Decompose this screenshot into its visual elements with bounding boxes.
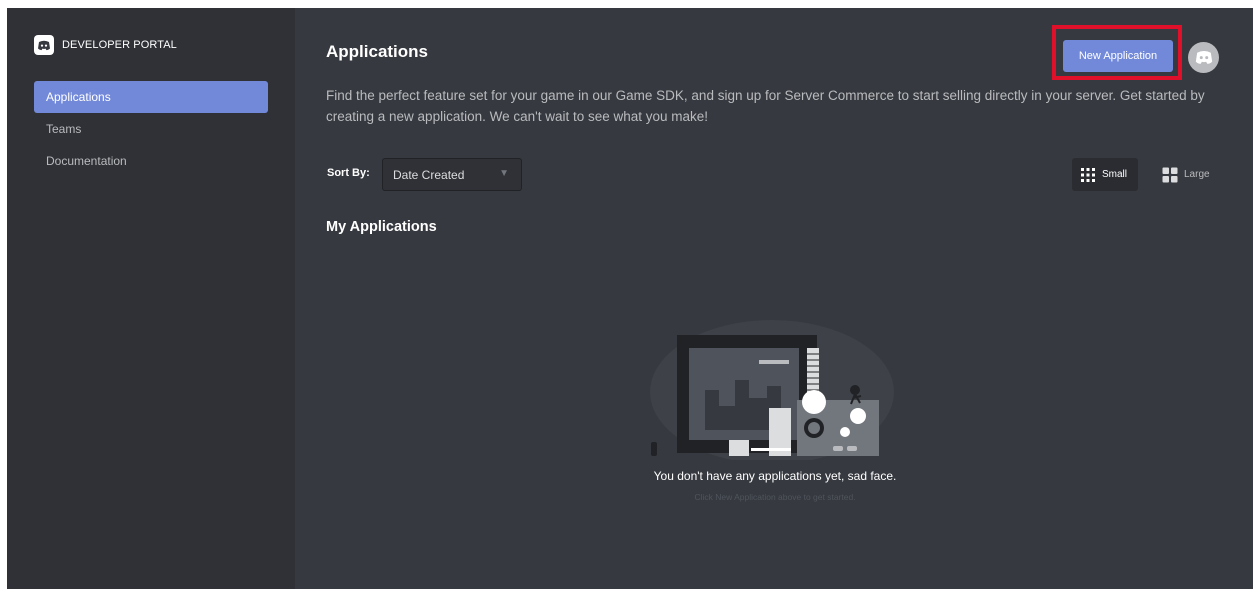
sidebar-nav: Applications Teams Documentation [34, 81, 268, 177]
chevron-down-icon: ▼ [499, 168, 509, 179]
sort-select-value: Date Created [393, 168, 465, 182]
page-title: Applications [326, 42, 429, 61]
size-toggle-small[interactable]: Small [1072, 158, 1138, 191]
discord-icon [1195, 51, 1212, 64]
size-large-label: Large [1184, 169, 1210, 180]
sidebar-item-applications[interactable]: Applications [34, 81, 268, 113]
user-avatar[interactable] [1188, 42, 1219, 73]
app-window: DEVELOPER PORTAL Applications Teams Docu… [7, 8, 1253, 589]
brand-title: DEVELOPER PORTAL [62, 39, 177, 51]
size-small-label: Small [1102, 169, 1128, 180]
brand[interactable]: DEVELOPER PORTAL [34, 35, 177, 55]
sidebar-item-documentation[interactable]: Documentation [34, 145, 268, 177]
size-toggle-large[interactable]: Large [1154, 158, 1220, 191]
main-content: Applications Find the perfect feature se… [295, 8, 1253, 589]
empty-state-title: You don't have any applications yet, sad… [653, 469, 897, 483]
my-applications-heading: My Applications [326, 219, 437, 235]
empty-state-subtitle: Click New Application above to get start… [694, 492, 856, 502]
new-application-button[interactable]: New Application [1063, 40, 1173, 72]
sort-by-label: Sort By: [327, 167, 370, 179]
large-grid-icon [1162, 167, 1178, 182]
sidebar: DEVELOPER PORTAL Applications Teams Docu… [7, 8, 295, 589]
small-grid-icon [1081, 167, 1095, 182]
page-description: Find the perfect feature set for your ga… [326, 88, 1205, 124]
sidebar-item-teams[interactable]: Teams [34, 113, 268, 145]
sort-select[interactable]: Date Created ▼ [382, 158, 522, 191]
empty-state-illustration [650, 320, 894, 460]
discord-logo-icon [34, 35, 54, 55]
